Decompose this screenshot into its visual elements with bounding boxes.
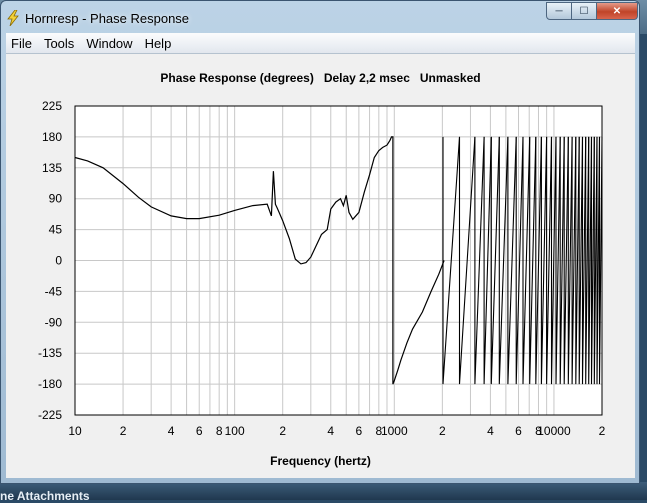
x-tick-label: 2	[439, 424, 446, 438]
chart-area: Phase Response (degrees) Delay 2,2 msec …	[6, 54, 635, 478]
x-tick-label: 4	[168, 424, 175, 438]
hornresp-window: Hornresp - Phase Response ─ ☐ ✕ File Too…	[0, 0, 640, 484]
menu-help[interactable]: Help	[140, 36, 179, 51]
x-axis-label: Frequency (hertz)	[270, 454, 371, 468]
x-tick-label: 6	[515, 424, 522, 438]
y-tick-label: -180	[38, 377, 62, 391]
maximize-button[interactable]: ☐	[571, 2, 597, 20]
y-tick-label: 90	[49, 192, 63, 206]
x-tick-label: 6	[196, 424, 203, 438]
taskbar-strip	[0, 482, 647, 500]
lightning-icon	[7, 10, 19, 26]
x-tick-label: 6	[356, 424, 363, 438]
window-title: Hornresp - Phase Response	[25, 11, 190, 26]
y-tick-label: 45	[49, 223, 63, 237]
x-tick-label: 10	[68, 424, 82, 438]
y-tick-label: -135	[38, 346, 62, 360]
phase-response-chart: 22518013590450-45-90-135-180-22510 2 4 6 8 10…	[38, 99, 606, 438]
x-tick-label: 2	[120, 424, 127, 438]
x-tick-label: 10000	[537, 424, 571, 438]
menu-tools[interactable]: Tools	[39, 36, 81, 51]
x-tick-label: 1000	[381, 424, 408, 438]
y-tick-label: -225	[38, 408, 62, 422]
x-tick-label: 100	[225, 424, 245, 438]
x-tick-label: 2	[599, 424, 606, 438]
y-tick-label: 225	[42, 99, 62, 113]
menu-window[interactable]: Window	[81, 36, 139, 51]
x-tick-label: 4	[327, 424, 334, 438]
minimize-button[interactable]: ─	[546, 2, 572, 20]
close-button[interactable]: ✕	[596, 2, 638, 20]
x-tick-label: 2	[279, 424, 286, 438]
menu-bar: File Tools Window Help	[6, 33, 635, 54]
x-tick-label: 4	[487, 424, 494, 438]
y-tick-label: -45	[45, 284, 63, 298]
y-tick-label: 180	[42, 130, 62, 144]
y-tick-label: 0	[55, 254, 62, 268]
x-tick-label: 8	[216, 424, 223, 438]
background-window-text: ne Attachments	[0, 489, 90, 503]
title-bar[interactable]: Hornresp - Phase Response ─ ☐ ✕	[1, 1, 639, 33]
menu-file[interactable]: File	[6, 36, 39, 51]
y-tick-label: -90	[45, 315, 63, 329]
y-tick-label: 135	[42, 161, 62, 175]
